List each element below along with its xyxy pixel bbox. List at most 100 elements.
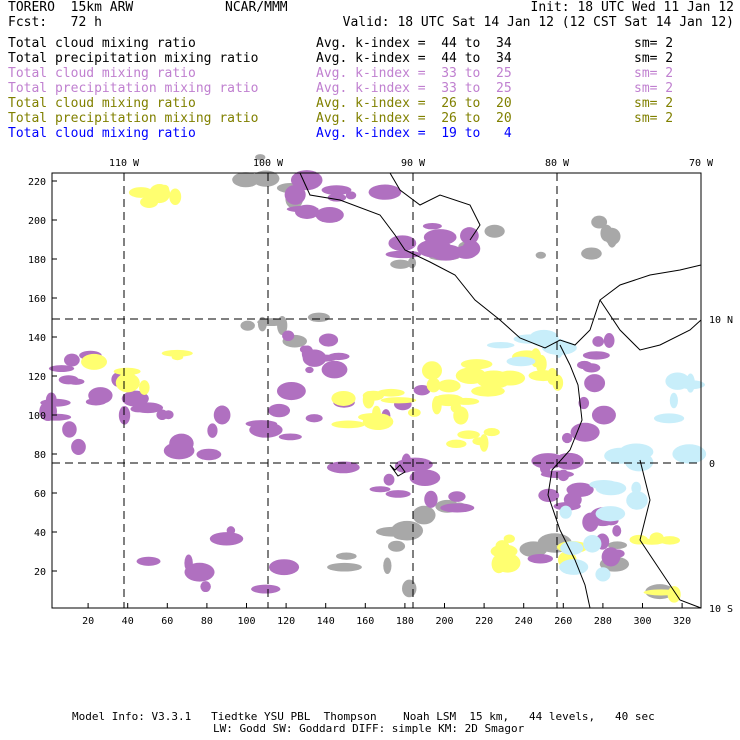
purple-cloud-blob [610, 549, 625, 558]
purple-cloud-blob [276, 381, 306, 401]
purple-cloud-blob [321, 360, 348, 379]
purple-cloud-blob [448, 491, 466, 502]
gray-cloud-blob [327, 562, 362, 572]
gray-cloud-blob [336, 552, 357, 560]
x-tick-label: 200 [435, 616, 453, 627]
purple-cloud-blob [385, 490, 411, 498]
yellow-cloud-blob [160, 184, 170, 194]
purple-cloud-blob [603, 333, 615, 348]
yellow-cloud-blob [495, 540, 510, 551]
yellow-cloud-blob [437, 379, 461, 393]
lightblue-cloud-blob [595, 506, 626, 522]
purple-cloud-blob [591, 405, 616, 425]
yellow-cloud-blob [331, 390, 356, 406]
purple-cloud-blob [409, 469, 441, 486]
lightblue-cloud-blob [619, 443, 654, 461]
yellow-cloud-blob [453, 406, 469, 425]
purple-cloud-blob [118, 406, 131, 425]
x-tick-label: 320 [673, 616, 691, 627]
purple-cloud-blob [315, 207, 344, 223]
yellow-cloud-blob [115, 373, 140, 393]
purple-cloud-blob [58, 375, 79, 385]
purple-cloud-blob [268, 403, 291, 418]
x-tick-label: 180 [396, 616, 414, 627]
yellow-cloud-blob [629, 534, 648, 545]
longitude-label: 90 W [401, 158, 426, 169]
yellow-cloud-blob [483, 427, 500, 437]
x-tick-label: 160 [356, 616, 374, 627]
latitude-label: 10 N [709, 315, 733, 326]
y-tick-label: 160 [28, 294, 46, 305]
gray-cloud-blob [581, 247, 602, 260]
x-tick-label: 40 [122, 616, 134, 627]
x-tick-label: 20 [82, 616, 94, 627]
purple-cloud-blob [40, 398, 71, 407]
y-tick-label: 120 [28, 372, 46, 383]
lightblue-cloud-blob [559, 505, 572, 519]
purple-cloud-blob [64, 353, 80, 367]
y-tick-label: 100 [28, 411, 46, 422]
purple-cloud-blob [321, 185, 352, 195]
longitude-label: 80 W [545, 158, 570, 169]
purple-cloud-blob [136, 556, 161, 566]
purple-cloud-blob [305, 366, 314, 374]
purple-cloud-blob [196, 448, 222, 461]
purple-cloud-blob [88, 387, 113, 404]
gray-cloud-blob [383, 557, 392, 575]
gray-cloud-blob [388, 540, 406, 552]
yellow-cloud-blob [380, 397, 417, 404]
purple-cloud-blob [327, 193, 347, 202]
yellow-cloud-blob [446, 439, 467, 449]
x-tick-label: 100 [237, 616, 255, 627]
y-tick-label: 60 [34, 489, 46, 500]
purple-cloud-blob [318, 333, 339, 347]
x-tick-label: 220 [475, 616, 493, 627]
lightblue-cloud-blob [653, 413, 685, 424]
longitude-label: 70 W [689, 158, 714, 169]
purple-cloud-blob [278, 433, 302, 441]
gray-cloud-blob [390, 259, 411, 269]
purple-cloud-blob [424, 490, 438, 508]
purple-cloud-blob [563, 492, 582, 508]
purple-cloud-blob [527, 553, 554, 564]
purple-cloud-blob [388, 235, 417, 252]
yellow-cloud-blob [649, 532, 664, 545]
yellow-cloud-blob [460, 359, 493, 370]
y-tick-label: 40 [34, 528, 46, 539]
yellow-cloud-blob [139, 380, 150, 395]
purple-cloud-blob [557, 469, 570, 482]
y-tick-label: 80 [34, 450, 46, 461]
longitude-label: 110 W [109, 158, 140, 169]
lightblue-cloud-blob [626, 491, 648, 510]
yellow-cloud-blob [171, 354, 184, 361]
purple-cloud-blob [561, 432, 573, 444]
yellow-cloud-blob [546, 367, 558, 385]
purple-cloud-blob [385, 250, 422, 259]
longitude-label: 100 W [253, 158, 284, 169]
y-tick-label: 200 [28, 216, 46, 227]
purple-cloud-blob [213, 405, 231, 425]
purple-cloud-blob [582, 351, 610, 360]
x-tick-label: 300 [633, 616, 651, 627]
yellow-cloud-blob [362, 413, 394, 431]
x-tick-label: 60 [161, 616, 173, 627]
lightblue-cloud-blob [486, 342, 515, 349]
lightblue-cloud-blob [665, 372, 690, 390]
yellow-cloud-blob [377, 388, 405, 397]
x-tick-label: 280 [594, 616, 612, 627]
lightblue-cloud-blob [595, 481, 627, 496]
gray-cloud-blob [412, 505, 436, 525]
gray-cloud-blob [307, 312, 330, 322]
purple-cloud-blob [282, 330, 295, 342]
purple-cloud-blob [207, 423, 218, 438]
y-tick-label: 20 [34, 567, 46, 578]
yellow-cloud-blob [452, 397, 480, 405]
lightblue-cloud-blob [583, 534, 602, 553]
gray-cloud-blob [240, 320, 255, 331]
purple-cloud-blob [577, 360, 592, 370]
yellow-cloud-blob [491, 554, 507, 574]
yellow-cloud-blob [81, 353, 108, 370]
yellow-cloud-blob [457, 430, 480, 439]
x-tick-label: 260 [554, 616, 572, 627]
purple-cloud-blob [368, 184, 402, 200]
